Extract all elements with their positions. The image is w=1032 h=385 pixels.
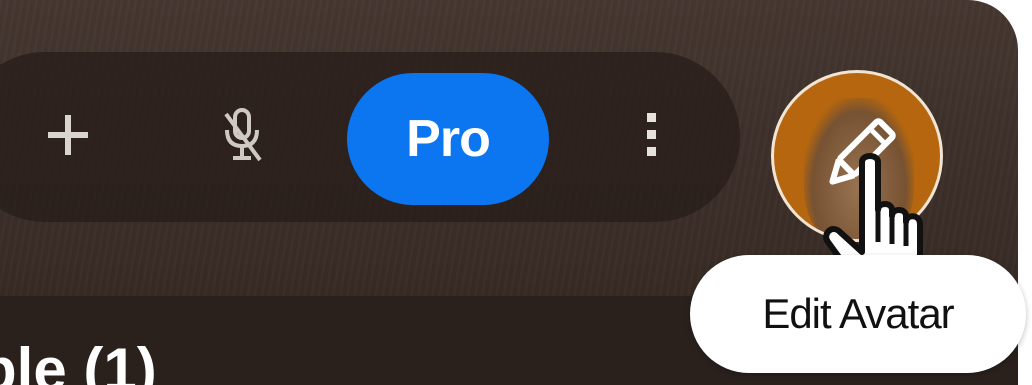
- section-heading: ple (1): [0, 336, 157, 385]
- pro-button-label: Pro: [406, 110, 491, 168]
- mute-microphone-button[interactable]: [207, 95, 277, 175]
- microphone-muted-icon: [224, 108, 262, 162]
- edit-avatar-tooltip: Edit Avatar: [690, 255, 1026, 373]
- tooltip-label: Edit Avatar: [762, 290, 954, 337]
- more-options-button[interactable]: [616, 95, 686, 175]
- more-vertical-icon: [647, 113, 656, 156]
- add-button[interactable]: [33, 95, 103, 175]
- pro-button[interactable]: Pro: [347, 73, 549, 205]
- plus-icon: [48, 115, 88, 155]
